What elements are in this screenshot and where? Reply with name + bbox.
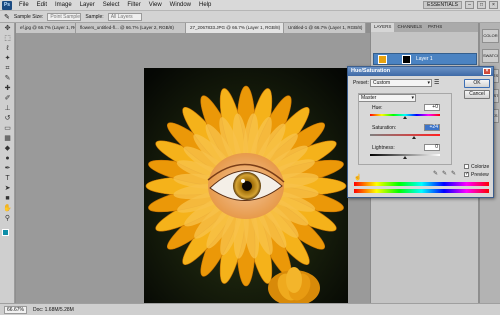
lasso-tool-icon[interactable]: ℓ xyxy=(3,45,12,53)
maximize-button[interactable]: □ xyxy=(477,1,486,9)
path-select-icon[interactable]: ➤ xyxy=(3,185,12,193)
saturation-label: Saturation: xyxy=(372,125,397,131)
marquee-tool-icon[interactable]: ⬚ xyxy=(3,35,12,43)
sunflower-eye-image xyxy=(144,68,348,307)
document-size: Doc: 1.68M/5.28M xyxy=(32,306,74,313)
magic-wand-tool-icon[interactable]: ✦ xyxy=(3,55,12,63)
dock-swatches-button[interactable]: SWATCHES xyxy=(482,49,499,63)
hue-slider-thumb[interactable] xyxy=(403,116,407,119)
preset-select[interactable]: Custom xyxy=(370,79,432,87)
document-tabs: ef.jpg @ 66.7% (Layer 1, RGB/8) flowers_… xyxy=(16,23,366,33)
zoom-level[interactable]: 66.67% xyxy=(4,305,27,314)
hue-label: Hue: xyxy=(372,105,383,111)
workspace-switcher[interactable]: ESSENTIALS xyxy=(423,1,462,9)
canvas-area xyxy=(16,33,370,307)
ok-button[interactable]: OK xyxy=(464,79,490,88)
close-window-button[interactable]: × xyxy=(489,1,498,9)
tab-paths[interactable]: PATHS xyxy=(425,23,445,32)
menu-right: ESSENTIALS – □ × xyxy=(423,1,498,9)
lightness-label: Lightness: xyxy=(372,145,395,151)
layer-name: Layer 1 xyxy=(416,56,433,62)
gradient-tool-icon[interactable]: ▦ xyxy=(3,135,12,143)
history-brush-icon[interactable]: ↺ xyxy=(3,115,12,123)
tab-layers[interactable]: LAYERS xyxy=(371,23,395,32)
saturation-slider-track[interactable] xyxy=(370,134,440,136)
minimize-button[interactable]: – xyxy=(465,1,474,9)
hue-saturation-dialog: Hue/Saturation × Preset: Custom ☰ OK Can… xyxy=(347,66,494,198)
type-tool-icon[interactable]: T xyxy=(3,175,12,183)
sample-size-label: Sample Size: xyxy=(13,13,44,20)
preset-options-icon[interactable]: ☰ xyxy=(434,79,439,86)
toolbox: ✥ ⬚ ℓ ✦ ⌗ ✎ ✚ ✐ ⊥ ↺ ▭ ▦ ◆ ● ✒ T ➤ ■ ✋ ⚲ xyxy=(0,23,15,303)
cancel-button[interactable]: Cancel xyxy=(464,90,490,99)
menu-filter[interactable]: Filter xyxy=(123,2,144,8)
menu-view[interactable]: View xyxy=(145,2,166,8)
saturation-input[interactable]: +24 xyxy=(424,124,440,131)
lightness-input[interactable]: 0 xyxy=(424,144,440,151)
dialog-title-bar[interactable]: Hue/Saturation × xyxy=(348,67,493,76)
eyedropper-icon[interactable]: ✎ xyxy=(433,171,439,177)
menu-bar: Ps File Edit Image Layer Select Filter V… xyxy=(0,0,500,11)
tab-document-2[interactable]: flowers_untitled-fl... @ 66.7% (Layer 2,… xyxy=(76,23,186,33)
lightness-slider-thumb[interactable] xyxy=(403,156,407,159)
hue-input[interactable]: +0 xyxy=(424,104,440,111)
layer-row[interactable]: Layer 1 xyxy=(373,53,477,65)
saturation-slider-thumb[interactable] xyxy=(412,136,416,139)
eyedropper-tool-icon: ✎ xyxy=(4,13,10,21)
photoshop-logo: Ps xyxy=(2,0,12,10)
menu-window[interactable]: Window xyxy=(166,2,195,8)
menu-select[interactable]: Select xyxy=(99,2,124,8)
tab-document-3[interactable]: 27_2067833.JPG @ 66.7% (Layer 1, RGB/8) xyxy=(186,23,284,33)
healing-brush-icon[interactable]: ✚ xyxy=(3,85,12,93)
crop-tool-icon[interactable]: ⌗ xyxy=(3,65,12,73)
dialog-title: Hue/Saturation xyxy=(351,68,391,74)
preset-label: Preset: xyxy=(353,80,369,86)
layer-mask-thumbnail[interactable] xyxy=(402,55,411,64)
blur-tool-icon[interactable]: ◆ xyxy=(3,145,12,153)
preview-checkbox[interactable]: ✓ xyxy=(464,172,469,177)
panel-tabs: LAYERS CHANNELS PATHS xyxy=(371,23,478,32)
move-tool-icon[interactable]: ✥ xyxy=(3,25,12,33)
options-bar: ✎ Sample Size: Point Sample Sample: All … xyxy=(0,11,500,23)
pen-tool-icon[interactable]: ✒ xyxy=(3,165,12,173)
tab-document-4[interactable]: Untitled-1 @ 66.7% (Layer 1, RGB/8) xyxy=(284,23,366,33)
sample-select[interactable]: All Layers xyxy=(107,12,142,21)
sample-label: Sample: xyxy=(85,13,104,20)
colorize-label: Colorize xyxy=(471,164,490,170)
menu-edit[interactable]: Edit xyxy=(33,2,51,8)
preview-label: Preview xyxy=(471,172,489,178)
eraser-tool-icon[interactable]: ▭ xyxy=(3,125,12,133)
menu-file[interactable]: File xyxy=(15,2,33,8)
menu-layer[interactable]: Layer xyxy=(76,2,99,8)
dodge-tool-icon[interactable]: ● xyxy=(3,155,12,163)
document-image[interactable] xyxy=(144,68,348,307)
subtract-from-sample-icon[interactable]: ✎ xyxy=(451,171,457,177)
zoom-tool-icon[interactable]: ⚲ xyxy=(3,215,12,223)
sample-size-select[interactable]: Point Sample xyxy=(47,12,82,21)
result-color-bar xyxy=(354,189,489,193)
tab-document-1[interactable]: ef.jpg @ 66.7% (Layer 1, RGB/8) xyxy=(16,23,76,33)
clone-stamp-icon[interactable]: ⊥ xyxy=(3,105,12,113)
targeted-adjustment-icon[interactable]: ☝ xyxy=(354,174,361,181)
status-bar: 66.67% Doc: 1.68M/5.28M xyxy=(0,303,500,315)
hand-tool-icon[interactable]: ✋ xyxy=(3,205,12,213)
foreground-color-swatch[interactable] xyxy=(2,229,9,236)
brush-tool-icon[interactable]: ✐ xyxy=(3,95,12,103)
colorize-checkbox[interactable] xyxy=(464,164,469,169)
dialog-close-button[interactable]: × xyxy=(483,68,491,75)
tab-channels[interactable]: CHANNELS xyxy=(394,23,425,32)
shape-tool-icon[interactable]: ■ xyxy=(3,195,12,203)
eyedropper-icon[interactable]: ✎ xyxy=(3,75,12,83)
layer-thumbnail xyxy=(378,55,387,64)
source-color-bar xyxy=(354,182,489,186)
dock-color-button[interactable]: COLOR xyxy=(482,29,499,43)
menu-help[interactable]: Help xyxy=(195,2,215,8)
menu-image[interactable]: Image xyxy=(51,2,76,8)
add-to-sample-icon[interactable]: ✎ xyxy=(442,171,448,177)
